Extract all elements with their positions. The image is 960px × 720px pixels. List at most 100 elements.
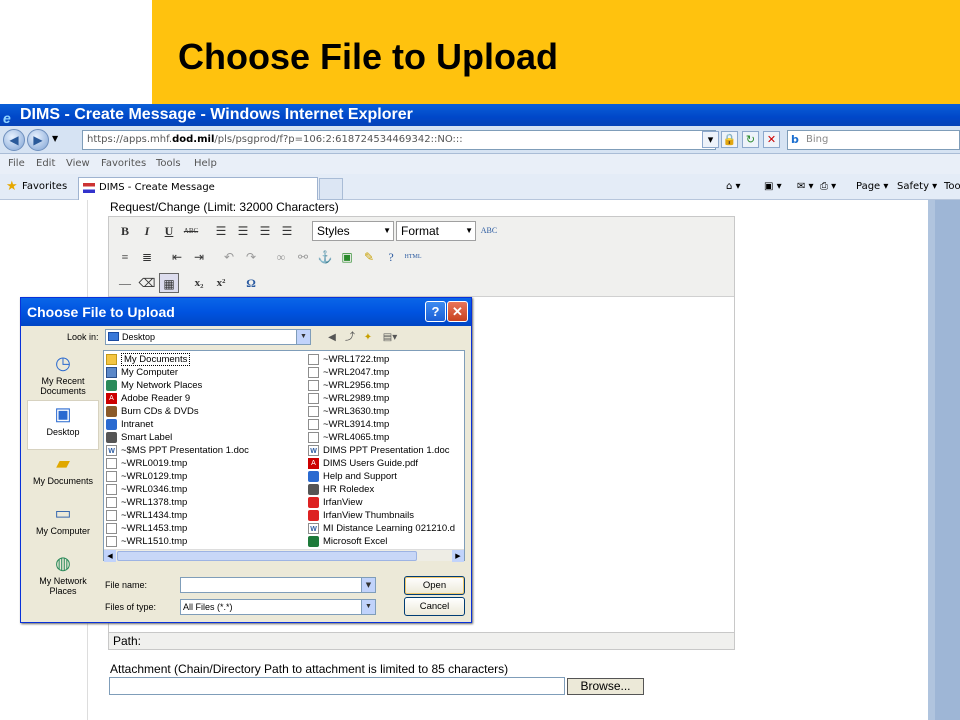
bold-icon[interactable]: B xyxy=(115,221,135,241)
print-icon[interactable]: ⎙ ▾ xyxy=(820,174,836,200)
file-item[interactable]: ~WRL2989.tmp xyxy=(308,392,389,405)
new-folder-icon[interactable]: ✦ xyxy=(361,331,375,345)
place-desktop[interactable]: ▣ Desktop xyxy=(27,400,99,450)
back-icon[interactable]: ◀ xyxy=(325,331,339,345)
close-button[interactable]: ✕ xyxy=(447,301,468,322)
lock-icon[interactable]: 🔒 xyxy=(721,131,738,148)
chevron-down-icon[interactable]: ▼ xyxy=(361,578,375,592)
subscript-icon[interactable]: x₂ xyxy=(189,273,209,293)
file-item[interactable]: W DIMS PPT Presentation 1.doc xyxy=(308,444,450,457)
file-item[interactable]: HR Roledex xyxy=(308,483,374,496)
place-recent-documents[interactable]: ◷ My Recent Documents xyxy=(27,350,99,400)
url-input[interactable]: https://apps.mhf.dod.mil/pls/psgprod/f?p… xyxy=(82,130,716,150)
search-input[interactable]: b Bing xyxy=(787,130,960,150)
up-folder-icon[interactable]: ⤴ xyxy=(343,331,357,345)
help-button[interactable]: ? xyxy=(425,301,446,322)
file-item[interactable]: ~WRL1434.tmp xyxy=(106,509,187,522)
history-dropdown-icon[interactable]: ▼ xyxy=(52,134,58,143)
horizontal-scrollbar[interactable]: ◀ ▶ xyxy=(104,549,464,562)
file-item[interactable]: ~WRL2956.tmp xyxy=(308,379,389,392)
horizontal-rule-icon[interactable]: — xyxy=(115,273,135,293)
file-item[interactable]: ~WRL1722.tmp xyxy=(308,353,389,366)
safety-menu[interactable]: Safety ▾ xyxy=(897,174,937,200)
cleanup-icon[interactable]: ✎ xyxy=(359,247,379,267)
file-item[interactable]: My Documents xyxy=(106,353,191,366)
table-icon[interactable]: ▦ xyxy=(159,273,179,293)
file-item[interactable]: Intranet xyxy=(106,418,153,431)
file-item[interactable]: My Computer xyxy=(106,366,178,379)
home-icon[interactable]: ⌂ ▾ xyxy=(726,174,741,200)
unlink-icon[interactable]: ⚯ xyxy=(293,247,313,267)
file-item[interactable]: Burn CDs & DVDs xyxy=(106,405,199,418)
file-item[interactable]: W MI Distance Learning 021210.d xyxy=(308,522,455,535)
file-item[interactable]: Smart Label xyxy=(106,431,172,444)
file-item[interactable]: W ~$MS PPT Presentation 1.doc xyxy=(106,444,249,457)
browse-button[interactable]: Browse... xyxy=(567,678,644,695)
back-button-icon[interactable]: ◀ xyxy=(3,129,25,151)
spellcheck-icon[interactable]: ABC xyxy=(479,221,499,241)
browser-tab[interactable]: DIMS - Create Message xyxy=(78,177,318,200)
file-item[interactable]: ~WRL0129.tmp xyxy=(106,470,187,483)
stop-icon[interactable]: ✕ xyxy=(763,131,780,148)
attachment-input[interactable] xyxy=(109,677,565,695)
file-item[interactable]: ~WRL2047.tmp xyxy=(308,366,389,379)
italic-icon[interactable]: I xyxy=(137,221,157,241)
anchor-icon[interactable]: ⚓ xyxy=(315,247,335,267)
new-tab-button[interactable] xyxy=(319,178,343,200)
file-item[interactable]: A Adobe Reader 9 xyxy=(106,392,190,405)
scroll-left-icon[interactable]: ◀ xyxy=(104,550,116,562)
view-menu-icon[interactable]: ▤▾ xyxy=(379,331,401,345)
bullet-list-icon[interactable]: ≡ xyxy=(115,247,135,267)
undo-icon[interactable]: ↶ xyxy=(219,247,239,267)
styles-select[interactable]: Styles ▼ xyxy=(312,221,394,241)
menu-favorites[interactable]: Favorites xyxy=(101,154,146,174)
underline-icon[interactable]: U xyxy=(159,221,179,241)
scrollbar-thumb[interactable] xyxy=(117,551,417,561)
file-item[interactable]: ~WRL4065.tmp xyxy=(308,431,389,444)
numbered-list-icon[interactable]: ≣ xyxy=(137,247,157,267)
file-item[interactable]: ~WRL3914.tmp xyxy=(308,418,389,431)
url-dropdown-icon[interactable]: ▾ xyxy=(702,131,719,148)
open-button[interactable]: Open xyxy=(404,576,465,595)
outdent-icon[interactable]: ⇤ xyxy=(167,247,187,267)
place-network-places[interactable]: ◍ My Network Places xyxy=(27,550,99,600)
menu-help[interactable]: Help xyxy=(194,154,217,174)
favorites-button[interactable]: Favorites xyxy=(22,174,67,200)
eraser-icon[interactable]: ⌫ xyxy=(137,273,157,293)
tools-menu[interactable]: Too xyxy=(944,174,960,200)
format-select[interactable]: Format ▼ xyxy=(396,221,476,241)
file-item[interactable]: Microsoft Excel xyxy=(308,535,387,548)
menu-file[interactable]: File xyxy=(8,154,25,174)
file-list[interactable]: My Documents My Computer My Network Places… xyxy=(103,350,465,562)
page-menu[interactable]: Page ▾ xyxy=(856,174,888,200)
cancel-button[interactable]: Cancel xyxy=(404,597,465,616)
align-left-icon[interactable]: ☰ xyxy=(211,221,231,241)
file-item[interactable]: ~WRL0346.tmp xyxy=(106,483,187,496)
place-my-computer[interactable]: ▭ My Computer xyxy=(27,500,99,550)
favorites-star-icon[interactable]: ★ xyxy=(6,180,18,193)
menu-edit[interactable]: Edit xyxy=(36,154,55,174)
html-source-icon[interactable]: HTML xyxy=(403,247,423,267)
file-item[interactable]: ~WRL1510.tmp xyxy=(106,535,187,548)
menu-tools[interactable]: Tools xyxy=(156,154,181,174)
file-item[interactable]: IrfanView xyxy=(308,496,362,509)
file-item[interactable]: A DIMS Users Guide.pdf xyxy=(308,457,418,470)
files-of-type-select[interactable]: All Files (*.*) ▼ xyxy=(180,599,376,615)
indent-icon[interactable]: ⇥ xyxy=(189,247,209,267)
superscript-icon[interactable]: x² xyxy=(211,273,231,293)
file-name-input[interactable]: ▼ xyxy=(180,577,376,593)
align-center-icon[interactable]: ☰ xyxy=(233,221,253,241)
file-item[interactable]: My Network Places xyxy=(106,379,202,392)
place-my-documents[interactable]: ▰ My Documents xyxy=(27,450,99,500)
feeds-icon[interactable]: ▣ ▾ xyxy=(764,174,782,200)
file-item[interactable]: ~WRL1378.tmp xyxy=(106,496,187,509)
file-item[interactable]: ~WRL3630.tmp xyxy=(308,405,389,418)
scroll-right-icon[interactable]: ▶ xyxy=(452,550,464,562)
file-item[interactable]: IrfanView Thumbnails xyxy=(308,509,414,522)
file-item[interactable]: ~WRL0019.tmp xyxy=(106,457,187,470)
file-item[interactable]: Help and Support xyxy=(308,470,397,483)
align-justify-icon[interactable]: ☰ xyxy=(277,221,297,241)
link-icon[interactable]: ∞ xyxy=(271,247,291,267)
file-item[interactable]: ~WRL1453.tmp xyxy=(106,522,187,535)
special-char-icon[interactable]: Ω xyxy=(241,273,261,293)
